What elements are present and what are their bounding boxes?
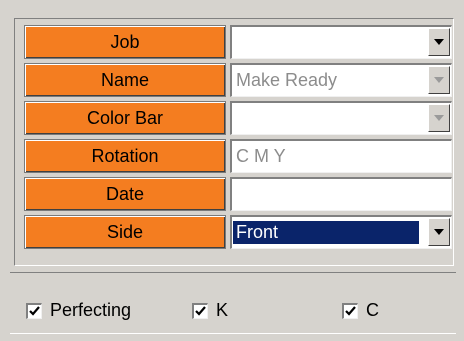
name-label: Name xyxy=(24,63,226,97)
chevron-down-icon xyxy=(434,77,444,83)
job-properties-panel: Job Name Make Ready Color Bar Rotation C… xyxy=(14,18,454,266)
row-rotation: Rotation C M Y xyxy=(24,139,452,175)
name-dropdown-button xyxy=(428,66,450,94)
perfecting-checkbox-box[interactable] xyxy=(26,302,42,319)
job-label: Job xyxy=(24,25,226,59)
row-date: Date xyxy=(24,177,452,213)
c-checkbox-box[interactable] xyxy=(342,302,358,319)
row-name: Name Make Ready xyxy=(24,63,452,99)
chevron-down-icon xyxy=(434,115,444,121)
rotation-label: Rotation xyxy=(24,139,226,173)
c-checkbox[interactable]: C xyxy=(342,300,379,321)
color-bar-dropdown-button xyxy=(428,104,450,132)
side-dropdown[interactable]: Front xyxy=(230,215,452,249)
chevron-down-icon xyxy=(434,229,444,235)
row-side: Side Front xyxy=(24,215,452,251)
name-dropdown: Make Ready xyxy=(230,63,452,97)
rotation-value: C M Y xyxy=(236,146,286,166)
divider xyxy=(10,272,456,273)
side-label: Side xyxy=(24,215,226,249)
row-color-bar: Color Bar xyxy=(24,101,452,137)
color-bar-dropdown xyxy=(230,101,452,135)
perfecting-label: Perfecting xyxy=(50,300,132,320)
job-dropdown[interactable] xyxy=(230,25,452,59)
chevron-down-icon xyxy=(434,39,444,45)
date-label: Date xyxy=(24,177,226,211)
color-bar-label: Color Bar xyxy=(24,101,226,135)
side-dropdown-button[interactable] xyxy=(428,218,450,246)
row-job: Job xyxy=(24,25,452,61)
checkmark-icon xyxy=(195,305,206,316)
checkmark-icon xyxy=(345,305,356,316)
perfecting-checkbox[interactable]: Perfecting xyxy=(26,300,131,321)
options-row: Perfecting K C xyxy=(0,300,464,328)
side-value: Front xyxy=(233,221,419,244)
rotation-field: C M Y xyxy=(230,139,452,173)
k-checkbox[interactable]: K xyxy=(192,300,228,321)
checkmark-icon xyxy=(29,305,40,316)
c-label: C xyxy=(366,300,379,320)
date-input[interactable] xyxy=(230,177,452,211)
job-dropdown-button[interactable] xyxy=(428,28,450,56)
bottom-edge xyxy=(10,333,456,334)
name-value: Make Ready xyxy=(236,70,338,90)
k-checkbox-box[interactable] xyxy=(192,302,208,319)
k-label: K xyxy=(216,300,229,320)
